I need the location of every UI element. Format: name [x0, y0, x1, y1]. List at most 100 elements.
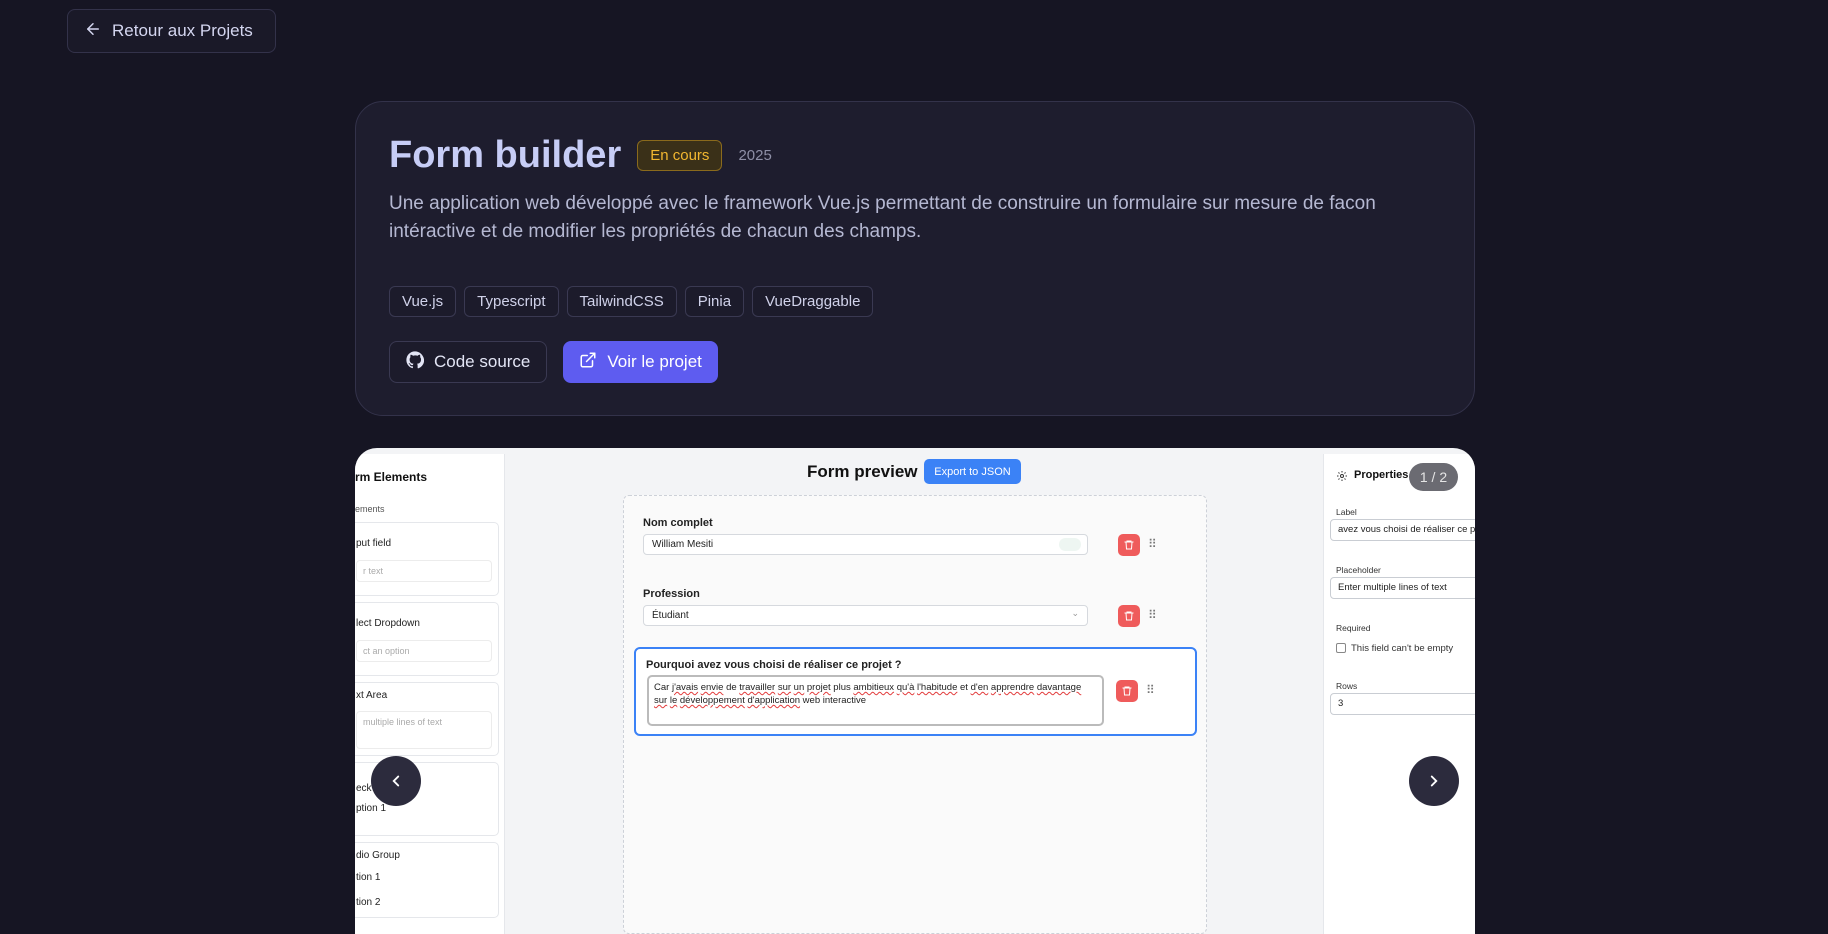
title-row: Form builder En cours 2025	[389, 134, 772, 177]
element-label: lect Dropdown	[356, 618, 420, 629]
element-input-field[interactable]: put field r text	[355, 522, 499, 596]
github-icon	[406, 350, 425, 374]
field-select-profession[interactable]: Étudiant ⌄	[643, 605, 1088, 626]
label-input[interactable]: avez vous choisi de réaliser ce pr	[1330, 519, 1475, 541]
properties-title: Properties	[1354, 469, 1409, 481]
chevron-left-icon	[392, 775, 400, 787]
screenshot-carousel: rm Elements ements put field r text lect…	[355, 448, 1475, 934]
element-label: put field	[356, 538, 392, 549]
form-elements-panel: rm Elements ements put field r text lect…	[355, 454, 505, 934]
export-json-button[interactable]: Export to JSON	[924, 459, 1021, 484]
element-radio-group[interactable]: dio Group tion 1 tion 2	[355, 842, 499, 918]
elements-subtitle: ements	[355, 504, 385, 514]
text-word: un	[793, 682, 805, 693]
selected-field-card[interactable]: Pourquoi avez vous choisi de réaliser ce…	[634, 647, 1197, 736]
chevron-down-icon: ⌄	[1071, 608, 1079, 618]
element-option: ption 1	[356, 803, 387, 814]
text-word: l'habitude	[917, 682, 958, 693]
text-word: projet	[806, 682, 831, 693]
source-code-button[interactable]: Code source	[389, 341, 548, 383]
text-word: travailler	[739, 682, 776, 693]
form-elements-title: rm Elements	[355, 470, 428, 484]
drag-handle-icon[interactable]: ⠿	[1146, 683, 1155, 697]
element-preview: multiple lines of text	[356, 711, 492, 749]
text-word: envie	[700, 682, 724, 693]
rows-label: Rows	[1336, 681, 1358, 691]
project-actions: Code source Voir le projet	[389, 341, 718, 383]
text-word: d'application	[747, 695, 801, 706]
back-label: Retour aux Projets	[112, 21, 253, 40]
tag-vuedraggable: VueDraggable	[752, 286, 874, 317]
field-value: William Mesiti	[652, 539, 714, 550]
placeholder-label: Placeholder	[1336, 565, 1381, 575]
text-word: d'en	[970, 682, 989, 693]
project-card: Form builder En cours 2025 Une applicati…	[355, 101, 1475, 416]
element-preview: r text	[356, 560, 492, 582]
placeholder-input[interactable]: Enter multiple lines of text	[1330, 577, 1475, 599]
text-word: et	[960, 682, 968, 693]
text-word: Car	[654, 682, 670, 693]
view-project-label: Voir le projet	[607, 352, 702, 371]
delete-button[interactable]	[1116, 680, 1138, 702]
text-word: apprendre	[990, 682, 1035, 693]
external-link-icon	[579, 351, 597, 374]
tag-vuejs: Vue.js	[389, 286, 457, 317]
tech-tags: Vue.js Typescript TailwindCSS Pinia VueD…	[389, 286, 874, 317]
text-word: sur	[654, 695, 668, 706]
trash-icon	[1124, 540, 1134, 550]
required-label: Required	[1336, 623, 1371, 633]
back-to-projects-button[interactable]: Retour aux Projets	[67, 9, 276, 53]
field-label-pourquoi: Pourquoi avez vous choisi de réaliser ce…	[646, 659, 902, 671]
gear-icon	[1336, 469, 1348, 481]
element-select-dropdown[interactable]: lect Dropdown ct an option	[355, 602, 499, 676]
element-preview: ct an option	[356, 640, 492, 662]
trash-icon	[1124, 611, 1134, 621]
trash-icon	[1122, 686, 1132, 696]
delete-button[interactable]	[1118, 534, 1140, 556]
text-word: j'avais	[671, 682, 699, 693]
form-preview-title: Form preview	[807, 462, 918, 481]
tag-pinia: Pinia	[684, 286, 745, 317]
label-label: Label	[1336, 507, 1357, 517]
field-value: Étudiant	[652, 610, 689, 621]
text-word: de	[726, 682, 737, 693]
source-code-label: Code source	[434, 352, 531, 371]
arrow-left-icon	[84, 20, 102, 43]
required-checkbox[interactable]	[1336, 643, 1346, 653]
properties-panel: Properties Label avez vous choisi de réa…	[1323, 454, 1475, 934]
field-textarea-pourquoi[interactable]: Car j'avais envie de travailler sur un p…	[647, 675, 1104, 726]
text-word: davantage	[1036, 682, 1082, 693]
text-word: développement	[679, 695, 745, 706]
drag-handle-icon[interactable]: ⠿	[1148, 537, 1157, 551]
field-input-nom[interactable]: William Mesiti	[643, 534, 1088, 555]
prev-slide-button[interactable]	[371, 756, 421, 806]
text-word: interactive	[822, 695, 867, 706]
slide-counter: 1 / 2	[1409, 463, 1458, 491]
delete-button[interactable]	[1118, 605, 1140, 627]
project-description: Une application web développé avec le fr…	[389, 193, 1376, 242]
text-word: qu'à	[896, 682, 915, 693]
drag-handle-icon[interactable]: ⠿	[1148, 608, 1157, 622]
status-badge: En cours	[637, 140, 723, 171]
element-option: tion 1	[356, 872, 381, 883]
text-word: ambitieux	[853, 682, 895, 693]
field-label-profession: Profession	[643, 588, 700, 600]
chevron-right-icon	[1430, 775, 1438, 787]
text-word: le	[669, 695, 678, 706]
field-label-nom: Nom complet	[643, 517, 713, 529]
text-word: plus	[833, 682, 851, 693]
element-label: eck	[356, 783, 372, 794]
rows-input[interactable]: 3	[1330, 693, 1475, 715]
element-text-area[interactable]: xt Area multiple lines of text	[355, 682, 499, 756]
view-project-button[interactable]: Voir le projet	[563, 341, 718, 383]
autofill-icon[interactable]	[1059, 538, 1081, 551]
tag-tailwindcss: TailwindCSS	[566, 286, 677, 317]
tag-typescript: Typescript	[464, 286, 559, 317]
element-label: dio Group	[356, 850, 400, 861]
project-title: Form builder	[389, 134, 622, 176]
element-label: xt Area	[356, 690, 388, 701]
required-text: This field can't be empty	[1351, 643, 1454, 654]
project-year: 2025	[738, 147, 772, 164]
next-slide-button[interactable]	[1409, 756, 1459, 806]
text-word: sur	[777, 682, 792, 693]
